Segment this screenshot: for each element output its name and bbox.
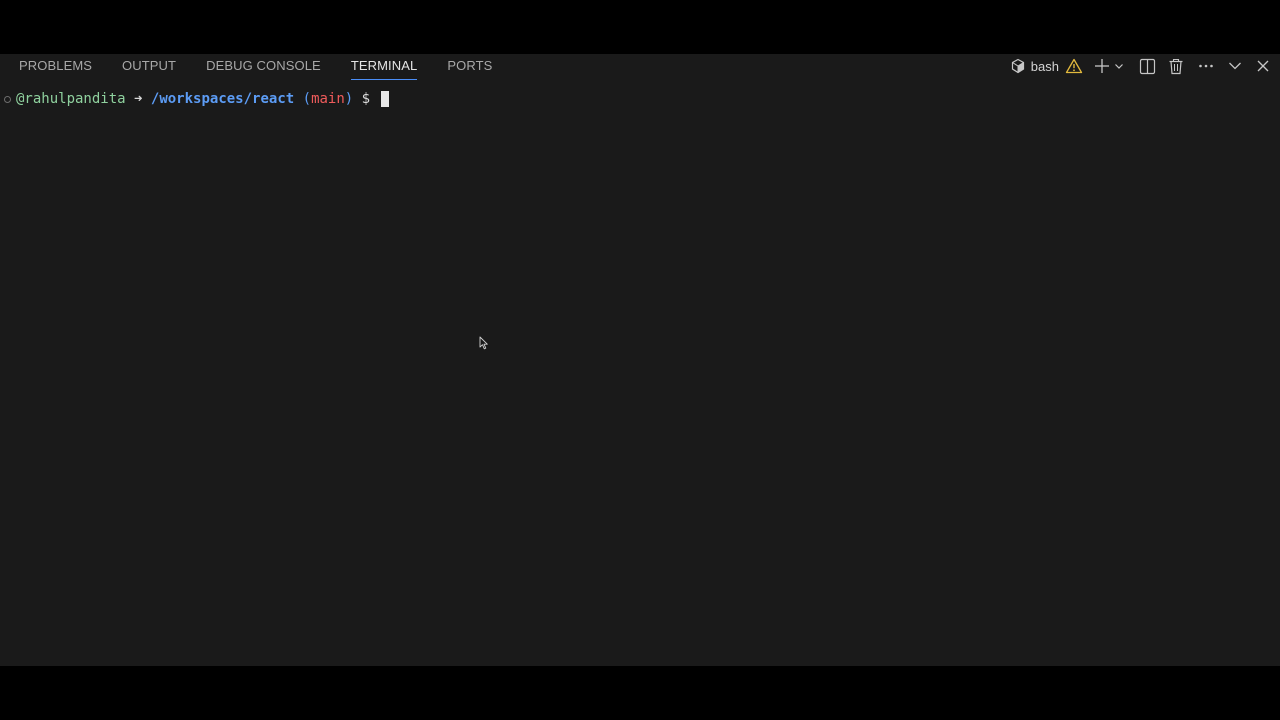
prompt-branch-close: ) [344,91,354,107]
split-terminal-button[interactable] [1139,55,1156,77]
tab-ports[interactable]: PORTS [447,54,492,75]
terminal-output[interactable]: @rahulpandita ➜ /workspaces/react ( main… [0,88,1280,666]
tab-debug-console[interactable]: DEBUG CONSOLE [206,54,321,75]
panel-actions: bash [1010,54,1270,78]
terminal-cursor [380,91,389,107]
chevron-down-icon [1227,58,1243,74]
shell-cube-icon [1010,58,1026,74]
command-decoration-icon[interactable] [4,95,11,103]
prompt-branch: main [311,91,345,107]
panel-tabbar: PROBLEMS OUTPUT DEBUG CONSOLE TERMINAL P… [0,54,1280,80]
plus-icon [1093,57,1111,75]
prompt-user: @rahulpandita [16,91,126,107]
prompt-line: @rahulpandita ➜ /workspaces/react ( main… [4,89,389,109]
new-terminal-button[interactable] [1093,55,1111,77]
kill-terminal-button[interactable] [1168,55,1184,77]
more-icon [1197,57,1215,75]
panel-tabs: PROBLEMS OUTPUT DEBUG CONSOLE TERMINAL P… [19,54,522,80]
close-panel-button[interactable] [1256,55,1270,77]
chevron-down-icon [1113,60,1125,72]
tab-problems[interactable]: PROBLEMS [19,54,92,75]
more-actions-button[interactable] [1197,55,1215,77]
shell-label: bash [1030,58,1059,74]
prompt-branch-open: ( [302,91,312,107]
terminal-panel: PROBLEMS OUTPUT DEBUG CONSOLE TERMINAL P… [0,54,1280,666]
mouse-pointer-icon [479,336,489,356]
close-icon [1256,59,1270,73]
prompt-path: /workspaces/react [150,91,295,107]
split-terminal-icon [1139,58,1156,75]
prompt-arrow: ➜ [134,91,143,107]
maximize-panel-button[interactable] [1227,55,1243,77]
warning-icon[interactable] [1065,58,1083,74]
tab-output[interactable]: OUTPUT [122,54,176,75]
trash-icon [1168,58,1184,75]
prompt-symbol: $ [361,91,371,107]
tab-terminal[interactable]: TERMINAL [350,54,418,80]
launch-profile-dropdown[interactable] [1113,55,1125,77]
shell-selector[interactable]: bash [1010,55,1083,77]
